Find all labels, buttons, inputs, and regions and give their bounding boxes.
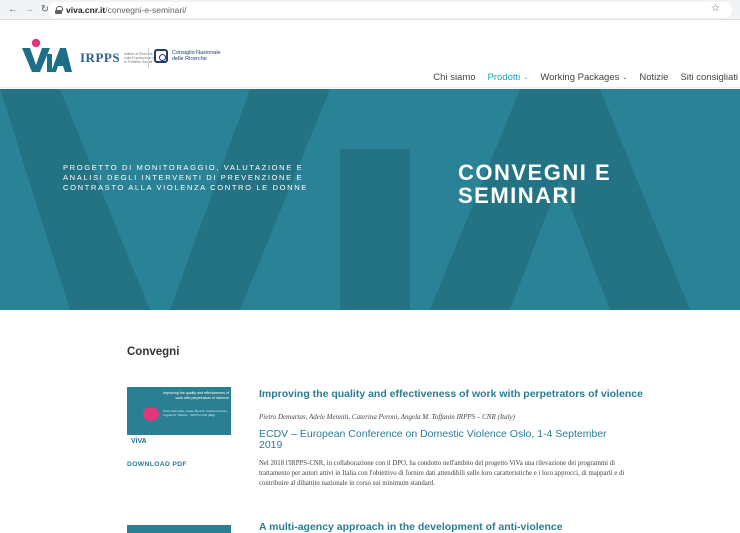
address-bar[interactable]: viva.cnr.it/convegni-e-seminari/ ☆	[48, 2, 732, 18]
cnr-mark-icon	[154, 49, 168, 63]
forward-icon[interactable]: →	[22, 3, 36, 17]
irpps-logo-subtitle: Istituto di Ricerche sulla Popolazione e…	[124, 52, 155, 64]
publication-thumbnail[interactable]: Improving the quality and effectiveness …	[127, 387, 231, 449]
thumbnail-footer: ViVA	[127, 435, 231, 449]
menu-item-working-packages[interactable]: Working Packages ⌄	[540, 72, 627, 83]
download-pdf-link[interactable]: DOWNLOAD PDF	[127, 461, 187, 468]
menu-item-label: Chi siamo	[433, 72, 476, 83]
url-domain: viva.cnr.it	[66, 5, 106, 15]
menu-item-label: Working Packages	[540, 72, 620, 83]
thumbnail-title: Improving the quality and effectiveness …	[162, 391, 229, 400]
back-icon[interactable]: ←	[6, 3, 20, 17]
cnr-logo[interactable]: Consiglio Nazionale delle Ricerche	[154, 49, 232, 63]
publication-title[interactable]: Improving the quality and effectiveness …	[259, 389, 649, 400]
logo-divider	[148, 48, 149, 68]
site-header: IRPPS Istituto di Ricerche sulla Popolaz…	[0, 20, 740, 88]
menu-item-label: Notizie	[639, 72, 669, 83]
bookmark-star-icon[interactable]: ☆	[711, 3, 720, 14]
lock-icon	[54, 6, 63, 14]
thumbnail-logo: ViVA	[131, 438, 147, 445]
viva-dot-icon	[143, 407, 159, 421]
browser-toolbar: ← → ↻ viva.cnr.it/convegni-e-seminari/ ☆	[0, 0, 740, 20]
thumbnail-meta: Pietro Demurtas, Adele Menniti, Caterina…	[163, 409, 228, 417]
menu-item-label: Siti consigliati	[680, 72, 738, 83]
irpps-logo[interactable]: IRPPS Istituto di Ricerche sulla Popolaz…	[80, 50, 158, 66]
menu-item-label: Prodotti	[487, 72, 521, 83]
publication-authors: Pietro Demurtas, Adele Menniti, Caterina…	[259, 413, 515, 421]
publication-title[interactable]: A multi-agency approach in the developme…	[259, 522, 649, 533]
hero-subtitle: PROGETTO DI MONITORAGGIO, VALUTAZIONE E …	[63, 163, 308, 192]
section-title: Convegni	[127, 346, 180, 358]
menu-item-prodotti[interactable]: Prodotti ⌄	[488, 72, 529, 83]
hero-banner: PROGETTO DI MONITORAGGIO, VALUTAZIONE E …	[0, 89, 740, 310]
viva-logo[interactable]	[20, 38, 72, 74]
chevron-down-icon: ⌄	[622, 75, 628, 81]
irpps-logo-text: IRPPS	[80, 50, 121, 65]
publication-description: Nel 2018 l'IRPPS-CNR, in collaborazione …	[259, 460, 625, 487]
chevron-down-icon: ⌄	[523, 75, 529, 81]
page-title: CONVEGNI E SEMINARI	[458, 160, 612, 208]
url-path: /convegni-e-seminari/	[105, 5, 187, 15]
menu-item-notizie[interactable]: Notizie	[639, 72, 668, 83]
menu-item-chi-siamo[interactable]: Chi siamo	[433, 72, 475, 83]
menu-item-siti-consigliati[interactable]: Siti consigliati	[680, 72, 738, 83]
publication-event: ECDV – European Conference on Domestic V…	[259, 428, 607, 451]
main-menu: Chi siamo Prodotti ⌄ Working Packages ⌄ …	[433, 72, 738, 83]
publication-thumbnail[interactable]	[127, 525, 231, 533]
cnr-logo-text: Consiglio Nazionale delle Ricerche	[172, 50, 221, 62]
